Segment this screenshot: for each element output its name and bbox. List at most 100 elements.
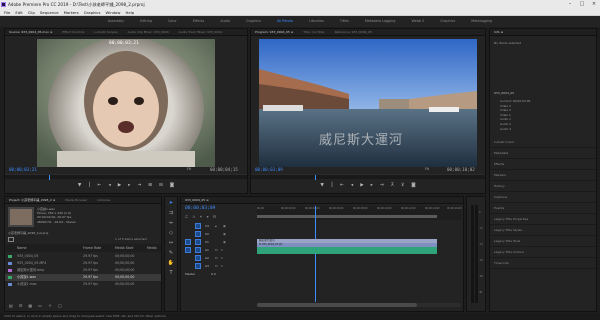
timeline-ruler[interactable]: 00;00 00;00;02;00 00;00;04;00 00;00;06;0… [257,206,462,220]
mute-button[interactable]: M [215,248,218,252]
workspace-tab[interactable]: Metalogging [463,16,500,27]
extract-icon[interactable]: ⊻ [401,183,404,188]
workspace-tab-active[interactable]: All Panels [269,16,301,27]
mark-out-icon[interactable]: ⎮ [331,183,333,188]
slip-icon[interactable]: ↔ [167,239,175,247]
workspace-tab[interactable]: Webb 2 [403,16,432,27]
selection-tool-icon[interactable]: ➤ [167,199,175,207]
solo-button[interactable]: S [221,256,223,260]
go-to-in-icon[interactable]: ⇤ [340,183,344,188]
track-target-icon[interactable] [195,255,201,261]
camera-icon[interactable]: ◙ [411,183,415,188]
panel-history[interactable]: History [490,181,596,192]
camera-icon[interactable]: ◙ [170,183,174,188]
tab-sequence[interactable]: 933_0004_05 ≡ [185,197,209,203]
tab-source[interactable]: Source: 933_0004_05.mov ≡ [9,29,52,35]
workspace-tab[interactable]: Titles [332,16,357,27]
workspace-tab[interactable]: Color [160,16,185,27]
search-icon[interactable] [8,237,14,242]
icon-view-icon[interactable]: ▦ [28,303,32,311]
mark-out-icon[interactable]: ⎮ [88,183,90,188]
tab-program[interactable]: Program: 933_0004_05 ≡ [255,29,293,35]
wrench-icon[interactable]: ⚙ [213,214,217,219]
new-item-icon[interactable]: ＋ [48,303,52,311]
menu-window[interactable]: Window [106,9,121,15]
step-back-icon[interactable]: ◂ [108,183,110,188]
tab-info[interactable]: Info ≡ [494,29,503,35]
panel-legacy-title-properties[interactable]: Legacy Title Properties [490,214,596,225]
panel-legacy-title-tools[interactable]: Legacy Title Tools [490,236,596,247]
pen-icon[interactable]: ✎ [167,249,175,257]
source-fit-dropdown[interactable]: Fit [187,167,191,171]
insert-icon[interactable]: ⊞ [148,183,152,188]
solo-button[interactable]: S [221,264,223,268]
column-media-start[interactable]: Media Start [115,244,133,252]
step-forward-icon[interactable]: ▸ [371,183,373,188]
list-item[interactable]: 小孩說1.mov 29.97 fps 00;00;00;00 [5,281,161,288]
overwrite-icon[interactable]: ⊟ [159,183,163,188]
panel-events[interactable]: Events [490,203,596,214]
lift-icon[interactable]: ⊼ [391,183,394,188]
go-to-out-icon[interactable]: ⇥ [380,183,384,188]
add-marker-icon[interactable]: ▾ [207,214,209,219]
list-item-selected[interactable]: 小孩說1.wav 29.97 fps 00;00;00;00 [5,274,161,281]
go-to-out-icon[interactable]: ⇥ [137,183,141,188]
minimize-button[interactable]: – [564,0,576,9]
scrollbar-thumb[interactable] [257,303,417,307]
workspace-tab[interactable]: Editing [132,16,160,27]
tab-effect-controls[interactable]: Effect Controls [62,29,84,35]
step-back-icon[interactable]: ◂ [351,183,353,188]
menu-help[interactable]: Help [126,9,135,15]
panel-metadata[interactable]: Metadata [490,148,596,159]
source-patch-icon[interactable] [185,247,191,253]
play-icon[interactable]: ▶ [118,183,121,188]
menu-clip[interactable]: Clip [28,9,35,15]
source-scrub-bar[interactable] [5,174,247,180]
program-fit-dropdown[interactable]: Fit [425,167,429,171]
menu-edit[interactable]: Edit [15,9,22,15]
program-playhead[interactable] [315,175,316,180]
workspace-tab[interactable]: Effects [185,16,213,27]
panel-lumetri-color[interactable]: Lumetri Color [490,137,596,148]
panel-effects[interactable]: Effects [490,159,596,170]
nest-icon[interactable]: ⊏ [185,214,188,219]
menu-file[interactable]: File [4,9,10,15]
master-volume[interactable]: 0.0 [211,271,216,278]
tab-media-browser[interactable]: Media Browser [65,197,87,203]
eye-icon[interactable]: ◉ [223,240,226,244]
menu-graphics[interactable]: Graphics [84,9,101,15]
close-button[interactable]: × [588,0,600,9]
play-icon[interactable]: ▶ [360,183,363,188]
track-select-icon[interactable]: ⇉ [167,209,175,217]
tab-project[interactable]: Project: 小孩老師平鋪_2098_2 ≡ [9,197,55,203]
workspace-tab[interactable]: Graphics [432,16,463,27]
list-item[interactable]: 933_0004_05.MP4 29.97 fps 00;00;00;00 [5,260,161,267]
linked-icon[interactable]: ⚭ [199,214,202,219]
column-media[interactable]: Media [147,244,157,252]
step-forward-icon[interactable]: ▸ [128,183,130,188]
tab-audio-track-mixer[interactable]: Audio Track Mixer: 933_0004 [179,29,222,35]
workspace-tab[interactable]: Audio [212,16,238,27]
workspace-tab[interactable]: Libraries [301,16,332,27]
audio-clip[interactable] [257,247,437,254]
panel-timecode[interactable]: Timecode [490,258,596,269]
work-area-bar[interactable] [257,215,437,218]
ripple-edit-icon[interactable]: ⟛ [167,219,175,227]
program-timecode[interactable]: 00;00;03;09 [255,167,283,172]
eye-icon[interactable]: ◉ [223,224,226,228]
program-scrub-bar[interactable] [251,174,485,180]
maximize-button[interactable]: □ [576,0,588,9]
eye-icon[interactable]: ◉ [223,232,226,236]
track-target-icon[interactable] [195,263,201,269]
trash-icon[interactable]: ▢ [58,303,62,311]
workspace-tab[interactable]: Assembly [100,16,132,27]
list-item[interactable]: 威尼斯大運河.bmp 29.97 fps 00;00;00;00 [5,267,161,274]
workspace-tab[interactable]: Metadata Logging [357,16,404,27]
mute-button[interactable]: M [215,264,218,268]
timeline-scrollbar[interactable] [257,303,461,307]
panel-legacy-title-actions[interactable]: Legacy Title Actions [490,247,596,258]
lock-icon[interactable]: ▤ [9,303,13,311]
razor-icon[interactable]: ◇ [167,229,175,237]
menu-sequence[interactable]: Sequence [40,9,59,15]
track-target-icon[interactable] [195,231,201,237]
